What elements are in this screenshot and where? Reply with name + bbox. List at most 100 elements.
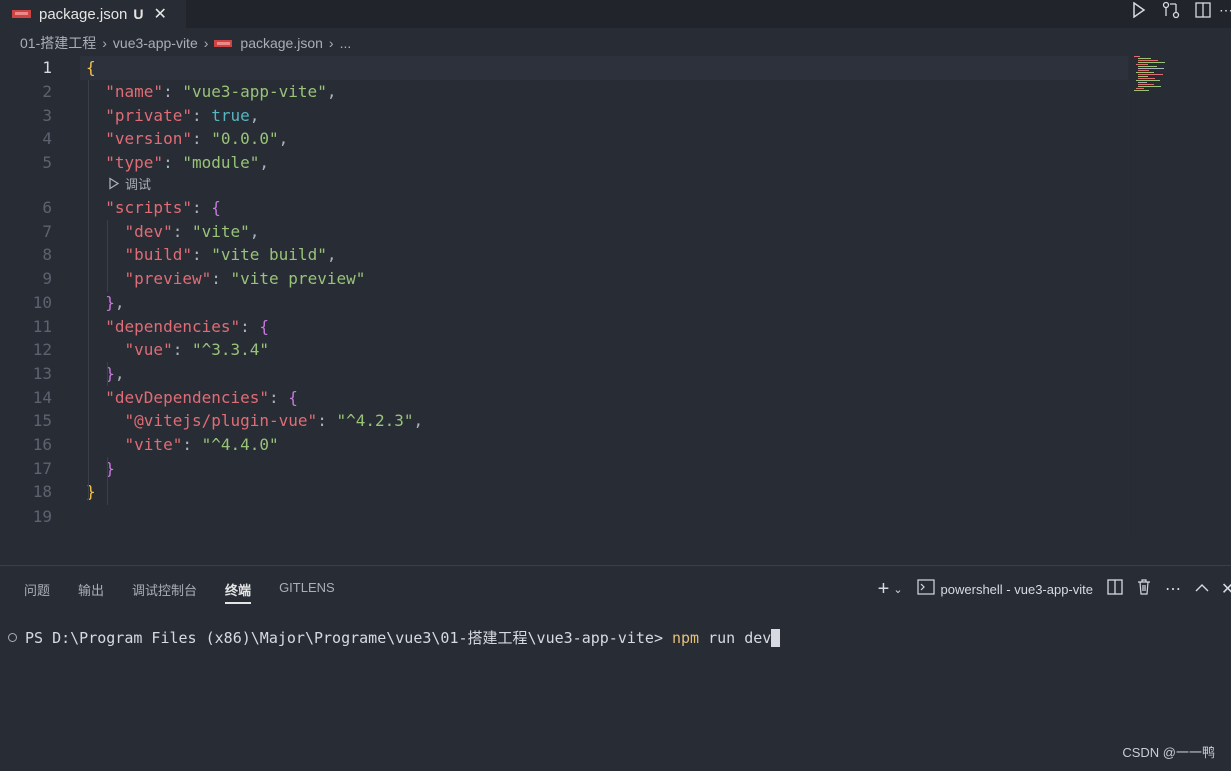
- code-token: :: [191, 245, 212, 264]
- minimap[interactable]: [1134, 56, 1174, 96]
- code-line[interactable]: 17 }: [0, 457, 1120, 481]
- code-token: :: [172, 340, 192, 359]
- code-line[interactable]: 15 "@vitejs/plugin-vue": "^4.2.3",: [0, 409, 1120, 433]
- breadcrumb-file[interactable]: package.json: [240, 35, 323, 51]
- code-token: "0.0.0": [211, 129, 279, 148]
- code-token: :: [163, 82, 183, 101]
- terminal-icon: [916, 578, 935, 600]
- line-number: 12: [32, 340, 52, 359]
- code-editor[interactable]: 调试 1{2 "name": "vue3-app-vite", 3 "privat…: [0, 56, 1231, 536]
- code-line[interactable]: 16 "vite": "^4.4.0": [0, 433, 1120, 457]
- code-line[interactable]: 9 "preview": "vite preview": [0, 267, 1120, 291]
- code-token: "preview": [124, 269, 212, 288]
- code-line[interactable]: 18}: [0, 480, 1120, 504]
- code-token: {: [211, 198, 221, 217]
- code-text: "preview": "vite preview": [86, 267, 366, 291]
- editor-tab-package-json[interactable]: package.json U ✕: [0, 0, 186, 28]
- split-terminal-icon[interactable]: [1107, 578, 1123, 600]
- code-line[interactable]: 19: [0, 505, 1120, 529]
- breadcrumb-folder[interactable]: 01-搭建工程: [20, 33, 96, 53]
- chevron-down-icon[interactable]: ⌄: [893, 583, 902, 596]
- code-token: "vite preview": [230, 269, 366, 288]
- tab-debug-console[interactable]: 调试控制台: [132, 580, 197, 602]
- command-status-icon: [8, 633, 17, 642]
- code-line[interactable]: 13 },: [0, 362, 1120, 386]
- code-line[interactable]: 2 "name": "vue3-app-vite",: [0, 80, 1120, 104]
- tab-terminal[interactable]: 终端: [225, 580, 252, 604]
- code-line[interactable]: 11 "dependencies": {: [0, 315, 1120, 339]
- breadcrumb-project[interactable]: vue3-app-vite: [113, 35, 198, 51]
- minimap-line: [1138, 84, 1154, 85]
- code-token: "scripts": [105, 198, 192, 217]
- code-line[interactable]: 7 "dev": "vite",: [0, 220, 1120, 244]
- minimap-line: [1136, 88, 1144, 89]
- code-line[interactable]: 14 "devDependencies": {: [0, 386, 1120, 410]
- line-number: 10: [32, 293, 52, 312]
- code-line[interactable]: 1{: [0, 56, 1120, 80]
- run-icon[interactable]: [1129, 0, 1149, 20]
- code-token: "devDependencies": [105, 388, 270, 407]
- code-line[interactable]: 3 "private": true,: [0, 104, 1120, 128]
- terminal-cursor: [771, 628, 781, 647]
- code-token: "dev": [124, 222, 173, 241]
- terminal-line[interactable]: PS D:\Program Files (x86)\Major\Programe…: [8, 627, 781, 648]
- panel-actions: + ⌄ powershell - vue3-app-vite ⋯ ✕: [864, 576, 1231, 602]
- codelens-label: 调试: [125, 177, 152, 192]
- indent-guide: [107, 220, 108, 292]
- terminal-instance-label[interactable]: powershell - vue3-app-vite: [941, 582, 1093, 597]
- more-actions-icon[interactable]: ⋯: [1165, 579, 1181, 599]
- line-number: 19: [32, 507, 52, 526]
- debug-codelens[interactable]: 调试: [108, 174, 151, 193]
- add-terminal-icon[interactable]: +: [878, 578, 890, 601]
- panel-tabs: 问题 输出 调试控制台 终端 GITLENS: [24, 580, 363, 604]
- code-token: :: [191, 129, 212, 148]
- trash-icon[interactable]: [1137, 578, 1151, 600]
- code-line[interactable]: 8 "build": "vite build",: [0, 243, 1120, 267]
- chevron-up-icon[interactable]: [1195, 580, 1209, 598]
- line-number: 16: [32, 435, 52, 454]
- code-line[interactable]: 12 "vue": "^3.3.4": [0, 338, 1120, 362]
- tab-problems[interactable]: 问题: [24, 580, 50, 602]
- breadcrumb-symbol[interactable]: ...: [340, 35, 352, 51]
- minimap-line: [1138, 60, 1158, 61]
- code-line[interactable]: 10 },: [0, 291, 1120, 315]
- debug-play-icon: [109, 177, 120, 190]
- code-line[interactable]: 4 "version": "0.0.0",: [0, 127, 1120, 151]
- minimap-line: [1138, 86, 1161, 87]
- minimap-line: [1138, 82, 1147, 83]
- minimap-line: [1134, 90, 1149, 91]
- minimap-line: [1138, 62, 1165, 63]
- code-token: :: [269, 388, 289, 407]
- close-panel-icon[interactable]: ✕: [1221, 579, 1231, 599]
- line-number: 4: [42, 129, 52, 148]
- code-token: ,: [413, 411, 424, 430]
- indent-guide: [107, 362, 108, 386]
- editor-actions: ⋯: [1117, 0, 1231, 20]
- chevron-right-icon: ›: [328, 35, 334, 51]
- code-text: "dev": "vite",: [86, 220, 260, 244]
- indent-guide: [88, 80, 89, 500]
- code-line[interactable]: 5 "type": "module",: [0, 151, 1120, 175]
- code-token: :: [172, 222, 192, 241]
- code-line[interactable]: 6 "scripts": {: [0, 196, 1120, 220]
- tab-output[interactable]: 输出: [78, 580, 104, 602]
- more-actions-icon[interactable]: ⋯: [1219, 0, 1231, 20]
- line-number: 13: [32, 364, 52, 383]
- npm-icon: [214, 39, 233, 47]
- code-token: :: [317, 411, 337, 430]
- indent-guide: [107, 457, 108, 505]
- line-number: 15: [32, 411, 52, 430]
- code-token: "module": [182, 153, 260, 172]
- source-compare-icon[interactable]: [1161, 0, 1181, 20]
- code-token: "version": [105, 129, 192, 148]
- code-token: ,: [114, 293, 125, 312]
- code-text: "dependencies": {: [86, 315, 269, 339]
- close-icon[interactable]: ✕: [154, 4, 167, 24]
- tab-gitlens[interactable]: GITLENS: [279, 580, 335, 602]
- code-token: "build": [124, 245, 192, 264]
- minimap-line: [1138, 58, 1151, 59]
- split-editor-icon[interactable]: [1193, 0, 1213, 20]
- line-number: 6: [42, 198, 52, 217]
